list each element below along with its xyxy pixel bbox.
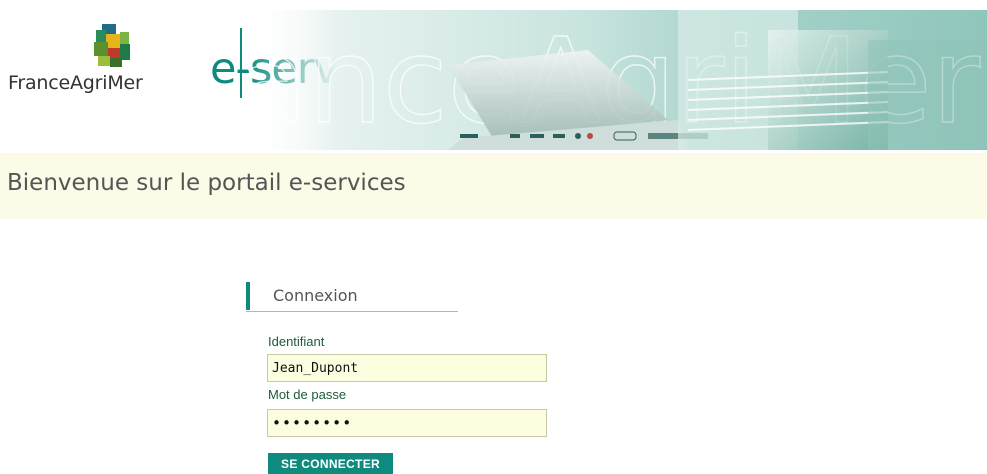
username-input[interactable] <box>267 354 547 382</box>
login-button[interactable]: SE CONNECTER <box>268 453 393 474</box>
brand-logo[interactable]: FranceAgriMer <box>8 24 198 104</box>
brand-name: FranceAgriMer <box>8 72 143 94</box>
login-form: Connexion Identifiant Mot de passe SE CO… <box>246 282 556 474</box>
username-label: Identifiant <box>268 334 325 349</box>
password-input[interactable] <box>267 409 547 437</box>
franceagrimer-logo-icon <box>94 24 130 67</box>
login-heading: Connexion <box>246 282 458 312</box>
banner-image: FranceAgriMer <box>248 10 987 150</box>
welcome-banner: Bienvenue sur le portail e-services <box>0 153 987 219</box>
login-heading-label: Connexion <box>273 286 358 305</box>
page-title: Bienvenue sur le portail e-services <box>7 170 406 196</box>
heading-accent-bar <box>246 282 250 310</box>
password-label: Mot de passe <box>268 387 347 402</box>
site-header: FranceAgriMer e-services FranceAgriMer <box>0 0 987 150</box>
